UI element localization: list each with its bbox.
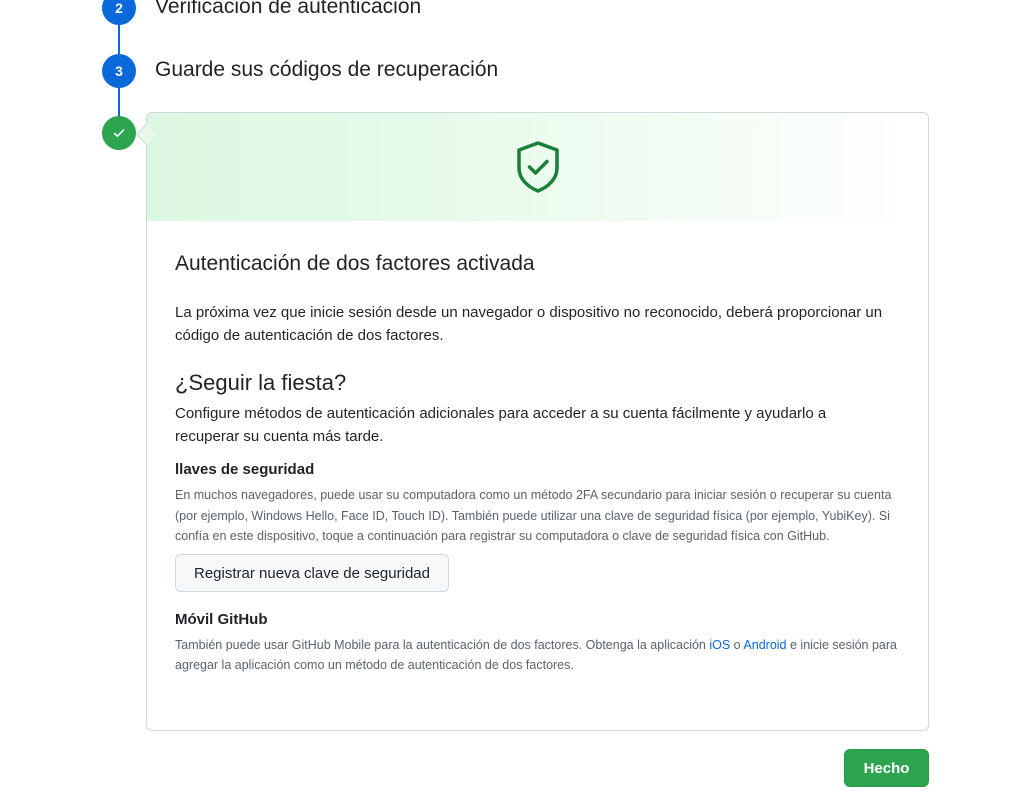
github-mobile-heading: Móvil GitHub: [175, 610, 268, 628]
done-button[interactable]: Hecho: [844, 749, 929, 787]
check-icon: [113, 129, 125, 137]
card-title: Autenticación de dos factores activada: [175, 252, 535, 275]
mobile-text-before: También puede usar GitHub Mobile para la…: [175, 637, 710, 652]
success-card: Autenticación de dos factores activada L…: [135, 112, 929, 731]
register-security-key-button[interactable]: Registrar nueva clave de seguridad: [175, 553, 449, 592]
security-keys-text: En muchos navegadores, puede usar su com…: [175, 488, 892, 543]
shield-check-icon: [516, 141, 559, 193]
two-factor-setup-page: 2 Verificación de autenticación 3 Guarde…: [0, 0, 1017, 807]
step-3-title: Guarde sus códigos de recuperación: [155, 58, 499, 81]
android-link[interactable]: Android: [743, 638, 786, 652]
step-2-title: Verificación de autenticación: [155, 0, 422, 18]
step-2-indicator: 2: [102, 0, 136, 25]
stepper-connector: [118, 86, 120, 118]
step-number: 3: [115, 63, 123, 79]
security-keys-heading: llaves de seguridad: [175, 461, 315, 478]
step-number: 2: [115, 0, 123, 16]
card-description: La próxima vez que inicie sesión desde u…: [175, 304, 883, 344]
step-3-indicator: 3: [102, 54, 136, 88]
mobile-text-or: o: [730, 637, 744, 652]
card-body: Autenticación de dos factores activada L…: [147, 252, 928, 676]
card-hero: [147, 113, 928, 221]
section-heading: ¿Seguir la fiesta?: [175, 370, 347, 395]
ios-link[interactable]: iOS: [709, 638, 730, 652]
step-complete-indicator: [102, 116, 136, 150]
section-description: Configure métodos de autenticación adici…: [175, 405, 827, 445]
github-mobile-text: También puede usar GitHub Mobile para la…: [175, 635, 905, 676]
